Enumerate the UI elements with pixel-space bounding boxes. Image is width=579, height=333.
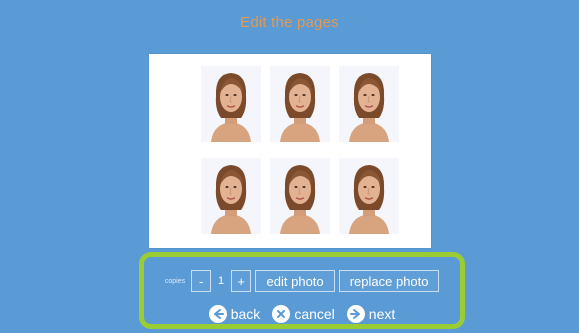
passport-photo[interactable]	[339, 158, 399, 234]
passport-photo[interactable]	[201, 66, 261, 142]
passport-photo[interactable]	[339, 66, 399, 142]
edit-photo-button[interactable]: edit photo	[255, 270, 336, 292]
arrow-left-icon	[208, 305, 227, 323]
next-button[interactable]: next	[346, 305, 396, 323]
arrow-right-icon	[346, 305, 365, 323]
cancel-button[interactable]: cancel	[272, 305, 335, 323]
copies-count: 1	[218, 275, 225, 287]
copies-row: copies - 1 + edit photo replace photo	[144, 270, 460, 292]
back-label: back	[230, 306, 261, 322]
navigation-row: back cancel next	[144, 305, 460, 323]
increase-copies-button[interactable]: +	[231, 270, 252, 292]
next-label: next	[368, 306, 396, 322]
decrease-copies-button[interactable]: -	[191, 270, 212, 292]
replace-photo-button[interactable]: replace photo	[339, 270, 440, 292]
back-button[interactable]: back	[208, 305, 261, 323]
cancel-label: cancel	[294, 306, 335, 322]
passport-photo[interactable]	[201, 158, 261, 234]
passport-photo[interactable]	[270, 66, 330, 142]
page-title: Edit the pages	[240, 14, 339, 31]
edit-toolbar: copies - 1 + edit photo replace photo ba…	[139, 252, 465, 329]
passport-photo[interactable]	[270, 158, 330, 234]
photo-sheet	[149, 54, 431, 248]
close-icon	[272, 305, 291, 323]
copies-label: copies	[164, 277, 186, 285]
